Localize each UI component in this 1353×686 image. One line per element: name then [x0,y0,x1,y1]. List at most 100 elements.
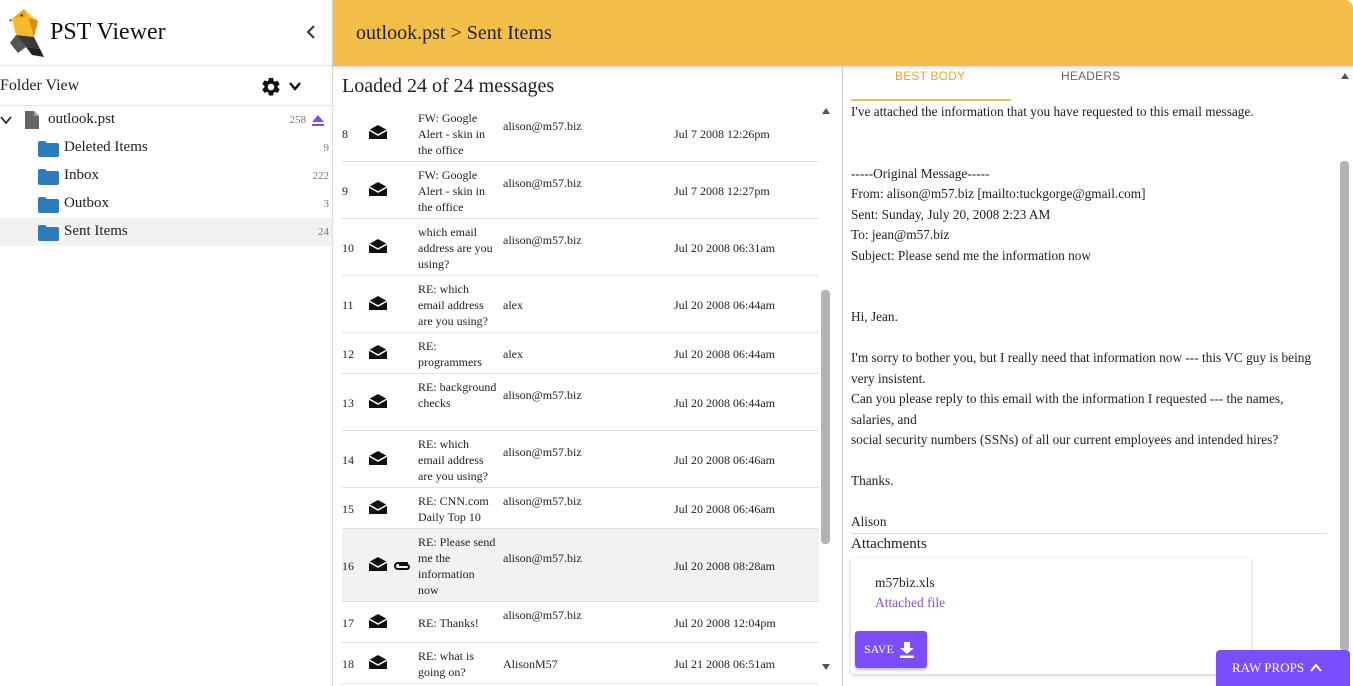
message-body: I've attached the information that you h… [851,104,1312,529]
sidebar-item-sent-items[interactable]: Sent Items 24 [0,218,332,246]
sidebar-item-outbox[interactable]: Outbox 3 [0,190,332,218]
table-row[interactable]: 8 FW: Google Alert - skin in the office al… [342,105,819,162]
message-from: alison@m57.biz [503,232,582,247]
envelope-icon [368,181,388,196]
message-from: alex [503,346,523,361]
message-subject: RE: Thanks! [418,615,479,630]
message-number: 17 [342,615,354,630]
file-icon [25,111,39,129]
raw-props-button[interactable]: RAW PROPS [1216,650,1350,686]
message-number: 13 [342,395,354,410]
sidebar-item-count: 222 [312,170,330,182]
envelope-icon [368,499,388,514]
message-date: Jul 20 2008 06:31am [674,240,775,255]
message-subject: FW: Google Alert - skin in the office [418,110,485,157]
message-subject: RE: programmers [418,338,482,369]
envelope-icon [368,556,388,571]
paperclip-icon [394,561,410,570]
attachment-link[interactable]: Attached file [875,595,945,611]
envelope-icon [368,393,388,408]
scroll-up-icon[interactable] [1341,73,1349,79]
message-date: Jul 20 2008 06:46am [674,452,775,467]
folder-icon [38,197,59,213]
app-title: PST Viewer [50,19,166,45]
message-number: 10 [342,240,354,255]
save-button-label: SAVE [864,642,894,656]
attachment-card: m57biz.xls Attached file SAVE [851,558,1251,674]
sidebar-item-label: Deleted Items [64,139,148,155]
attachment-name: m57biz.xls [875,575,935,590]
eject-icon[interactable] [311,114,325,127]
envelope-icon [368,654,388,669]
collapse-sidebar-icon[interactable] [304,22,318,42]
message-subject: RE: CNN.com Daily Top 10 [418,493,489,524]
table-row[interactable]: 13 RE: background checks alison@m57.biz Jul… [342,374,819,431]
folder-icon [38,225,59,241]
message-subject: RE: Please send me the information now [418,534,496,597]
message-subject: FW: Google Alert - skin in the office [418,167,485,214]
chevron-down-icon[interactable] [288,80,302,92]
message-number: 11 [342,297,354,312]
message-number: 14 [342,452,354,467]
tree-root-label: outlook.pst [48,111,116,127]
message-from: alison@m57.biz [503,387,582,402]
message-date: Jul 20 2008 06:44am [674,346,775,361]
sidebar-item-deleted-items[interactable]: Deleted Items 9 [0,134,332,162]
envelope-icon [368,613,388,628]
tab-headers[interactable]: HEADERS [1061,69,1120,83]
message-from: alison@m57.biz [503,493,582,508]
scrollbar-thumb[interactable] [821,290,830,544]
message-number: 9 [342,183,348,198]
message-date: Jul 20 2008 06:44am [674,297,775,312]
message-date: Jul 21 2008 06:51am [674,656,775,671]
sidebar-item-count: 3 [323,198,330,210]
top-bar: outlook.pst > Sent Items [333,0,1353,66]
message-date: Jul 7 2008 12:27pm [674,183,770,198]
sidebar-item-label: Inbox [64,167,99,183]
message-date: Jul 20 2008 12:04pm [674,615,776,630]
tree-root-outlook-pst[interactable]: outlook.pst 258 [0,106,332,134]
raw-props-label: RAW PROPS [1232,660,1305,675]
message-detail-scrollbar[interactable] [1339,66,1351,686]
table-row[interactable]: 15 RE: CNN.com Daily Top 10 alison@m57.biz… [342,488,819,529]
divider [851,533,1327,534]
loaded-count-text: Loaded 24 of 24 messages [342,75,555,97]
sidebar-item-count: 9 [323,142,330,154]
sidebar-item-label: Outbox [64,195,109,211]
tab-best-body[interactable]: BEST BODY [895,69,965,83]
table-row[interactable]: 14 RE: which email address are you using?… [342,431,819,488]
message-list-scrollbar[interactable] [820,104,832,680]
tab-indicator [851,99,1011,101]
table-row[interactable]: 16 RE: Please send me the information now… [342,529,819,602]
breadcrumb: outlook.pst > Sent Items [356,21,552,44]
save-attachment-button[interactable]: SAVE [855,631,927,668]
message-number: 15 [342,501,354,516]
scroll-down-icon[interactable] [822,664,830,670]
message-number: 12 [342,346,354,361]
scroll-up-icon[interactable] [822,108,830,114]
folder-icon [38,141,59,157]
envelope-icon [368,295,388,310]
table-row[interactable]: 10 which email address are you using? alis… [342,219,819,276]
gear-icon[interactable] [260,76,282,98]
scrollbar-thumb[interactable] [1340,161,1349,651]
table-row[interactable]: 9 FW: Google Alert - skin in the office al… [342,162,819,219]
chevron-down-icon[interactable] [0,114,12,126]
message-from: alison@m57.biz [503,175,582,190]
envelope-icon [368,124,388,139]
message-from: AlisonM57 [503,656,558,671]
sidebar-item-inbox[interactable]: Inbox 222 [0,162,332,190]
table-row[interactable]: 17 RE: Thanks! alison@m57.biz Jul 20 2008 1… [342,602,819,643]
table-row[interactable]: 18 RE: what is going on? AlisonM57 Jul 21 2… [342,643,819,684]
tree-root-count: 258 [289,114,307,126]
message-list-pane: Loaded 24 of 24 messages 8 FW: Google Ale… [333,66,843,686]
download-icon [899,641,914,658]
sidebar: PST Viewer Folder View outlook.pst 258 D… [0,0,333,686]
message-date: Jul 20 2008 08:28am [674,558,775,573]
sidebar-item-label: Sent Items [64,223,128,239]
table-row[interactable]: 12 RE: programmers alex Jul 20 2008 06:44am [342,333,819,374]
sidebar-item-count: 24 [318,226,329,238]
table-row[interactable]: 11 RE: which email address are you using?… [342,276,819,333]
message-subject: RE: background checks [418,379,497,410]
message-from: alex [503,297,523,312]
